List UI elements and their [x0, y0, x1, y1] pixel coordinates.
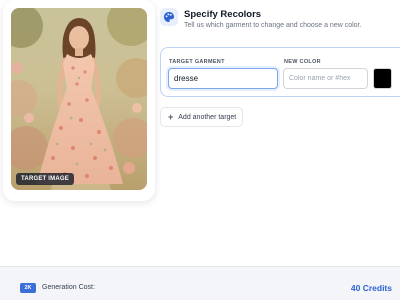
recolor-target-row: TARGET GARMENT NEW COLOR [160, 47, 400, 97]
generation-footer: 2K Generation Cost: 40 Credits [0, 266, 400, 300]
target-garment-input[interactable] [168, 68, 278, 89]
quality-badge: 2K [20, 283, 36, 293]
plus-icon: + [168, 111, 174, 122]
target-garment-label: TARGET GARMENT [169, 59, 225, 65]
target-image[interactable]: TARGET IMAGE [11, 8, 147, 190]
target-photo [11, 8, 147, 190]
credits-value: 40 Credits [350, 283, 392, 293]
section-subtitle: Tell us which garment to change and choo… [184, 22, 362, 29]
new-color-label: NEW COLOR [284, 59, 321, 65]
target-image-card: TARGET IMAGE [3, 0, 155, 201]
palette-icon [160, 8, 178, 26]
add-target-label: Add another target [178, 113, 237, 121]
add-target-button[interactable]: + Add another target [160, 107, 243, 127]
new-color-input[interactable] [283, 68, 368, 89]
target-image-badge: TARGET IMAGE [16, 173, 74, 185]
section-title: Specify Recolors [184, 9, 262, 20]
color-swatch[interactable] [373, 68, 392, 89]
generation-cost-label: Generation Cost: [42, 284, 95, 291]
